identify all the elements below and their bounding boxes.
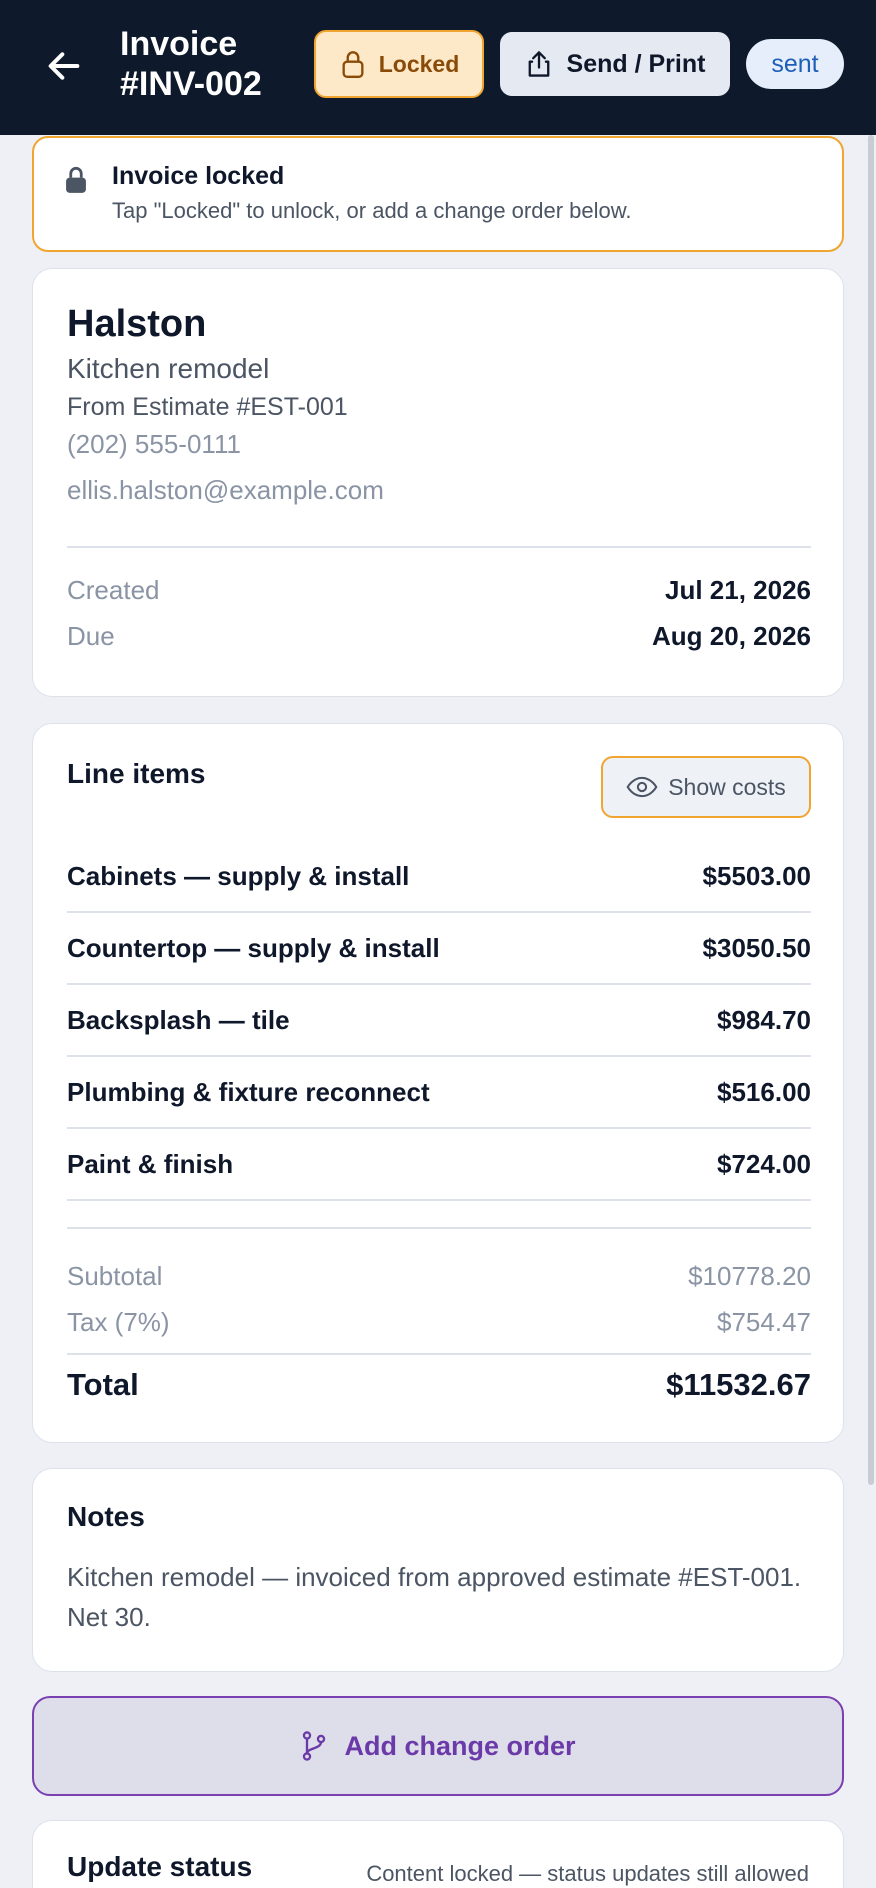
page-title-line1: Invoice: [120, 25, 238, 63]
share-icon: [528, 51, 549, 77]
subtotal-value: $10778.20: [688, 1260, 811, 1291]
line-item-row[interactable]: Paint & finish $724.00: [67, 1129, 811, 1201]
line-items-list: Cabinets — supply & install $5503.00 Cou…: [67, 841, 811, 1201]
line-item-name: Cabinets — supply & install: [67, 860, 410, 891]
scrollbar[interactable]: [868, 135, 874, 1485]
due-row: Due Aug 20, 2026: [67, 621, 811, 652]
line-item-amount: $5503.00: [702, 860, 811, 891]
line-item-name: Paint & finish: [67, 1148, 234, 1179]
created-label: Created: [67, 575, 160, 605]
line-item-row[interactable]: Backsplash — tile $984.70: [67, 985, 811, 1057]
banner-title: Invoice locked: [112, 162, 285, 190]
client-email[interactable]: ellis.halston@example.com: [67, 475, 384, 506]
created-date: Jul 21, 2026: [665, 575, 811, 605]
total-value: $11532.67: [666, 1367, 811, 1402]
subtotal-label: Subtotal: [67, 1260, 163, 1291]
update-status-note: Content locked — status updates still al…: [366, 1861, 809, 1886]
line-item-name: Backsplash — tile: [67, 1004, 290, 1035]
line-item-row[interactable]: Countertop — supply & install $3050.50: [67, 913, 811, 985]
line-item-amount: $984.70: [717, 1004, 811, 1035]
totals-section: Subtotal $10778.20 Tax (7%) $754.47 Tota…: [67, 1227, 811, 1403]
notes-body: Kitchen remodel — invoiced from approved…: [67, 1562, 802, 1632]
line-item-amount: $724.00: [717, 1148, 811, 1179]
tax-label: Tax (7%): [67, 1306, 170, 1337]
created-row: Created Jul 21, 2026: [67, 575, 811, 606]
locked-toggle-button[interactable]: Locked: [314, 30, 484, 98]
show-costs-button[interactable]: Show costs: [601, 756, 811, 818]
line-item-row[interactable]: Plumbing & fixture reconnect $516.00: [67, 1057, 811, 1129]
update-status-title: Update status: [67, 1851, 253, 1882]
invoice-number: #INV-002: [120, 65, 262, 103]
line-item-name: Countertop — supply & install: [67, 932, 440, 963]
app-header: Invoice #INV-002 Locked Send / Print sen…: [0, 0, 876, 135]
due-date: Aug 20, 2026: [652, 621, 811, 651]
total-row: Total $11532.67: [67, 1353, 811, 1403]
line-item-row[interactable]: Cabinets — supply & install $5503.00: [67, 841, 811, 913]
tax-value: $754.47: [717, 1306, 811, 1337]
line-item-amount: $3050.50: [702, 932, 811, 963]
client-phone[interactable]: (202) 555-0111: [67, 429, 241, 460]
notes-card: Notes Kitchen remodel — invoiced from ap…: [32, 1468, 844, 1672]
total-label: Total: [67, 1367, 139, 1402]
project-name: Kitchen remodel: [67, 353, 270, 384]
show-costs-label: Show costs: [668, 773, 786, 800]
send-print-label: Send / Print: [566, 49, 706, 78]
notes-title: Notes: [67, 1501, 145, 1532]
subtotal-row: Subtotal $10778.20: [67, 1253, 811, 1299]
line-items-title: Line items: [67, 758, 206, 789]
locked-label: Locked: [378, 50, 460, 77]
divider: [67, 546, 811, 548]
status-badge: sent: [746, 39, 844, 89]
invoice-locked-banner: Invoice locked Tap "Locked" to unlock, o…: [32, 136, 844, 252]
tax-row: Tax (7%) $754.47: [67, 1299, 811, 1345]
send-print-button[interactable]: Send / Print: [500, 32, 730, 96]
lock-icon: [66, 167, 86, 193]
git-branch-icon: [303, 1731, 326, 1761]
due-label: Due: [67, 621, 115, 651]
banner-subtitle: Tap "Locked" to unlock, or add a change …: [112, 198, 632, 223]
update-status-card: Update status Content locked — status up…: [32, 1820, 844, 1888]
line-item-amount: $516.00: [717, 1076, 811, 1107]
line-item-name: Plumbing & fixture reconnect: [67, 1076, 430, 1107]
arrow-left-icon: [48, 52, 80, 80]
line-items-card: Line items Show costs Cabinets — supply …: [32, 723, 844, 1443]
client-name: Halston: [67, 303, 207, 345]
eye-icon: [626, 776, 658, 798]
client-card: Halston Kitchen remodel From Estimate #E…: [32, 268, 844, 697]
page-title: Invoice #INV-002: [120, 24, 262, 104]
lock-icon: [342, 51, 364, 78]
source-estimate: From Estimate #EST-001: [67, 393, 348, 421]
back-button[interactable]: [36, 38, 92, 94]
add-change-order-button[interactable]: Add change order: [32, 1696, 844, 1796]
add-change-order-label: Add change order: [344, 1730, 576, 1761]
